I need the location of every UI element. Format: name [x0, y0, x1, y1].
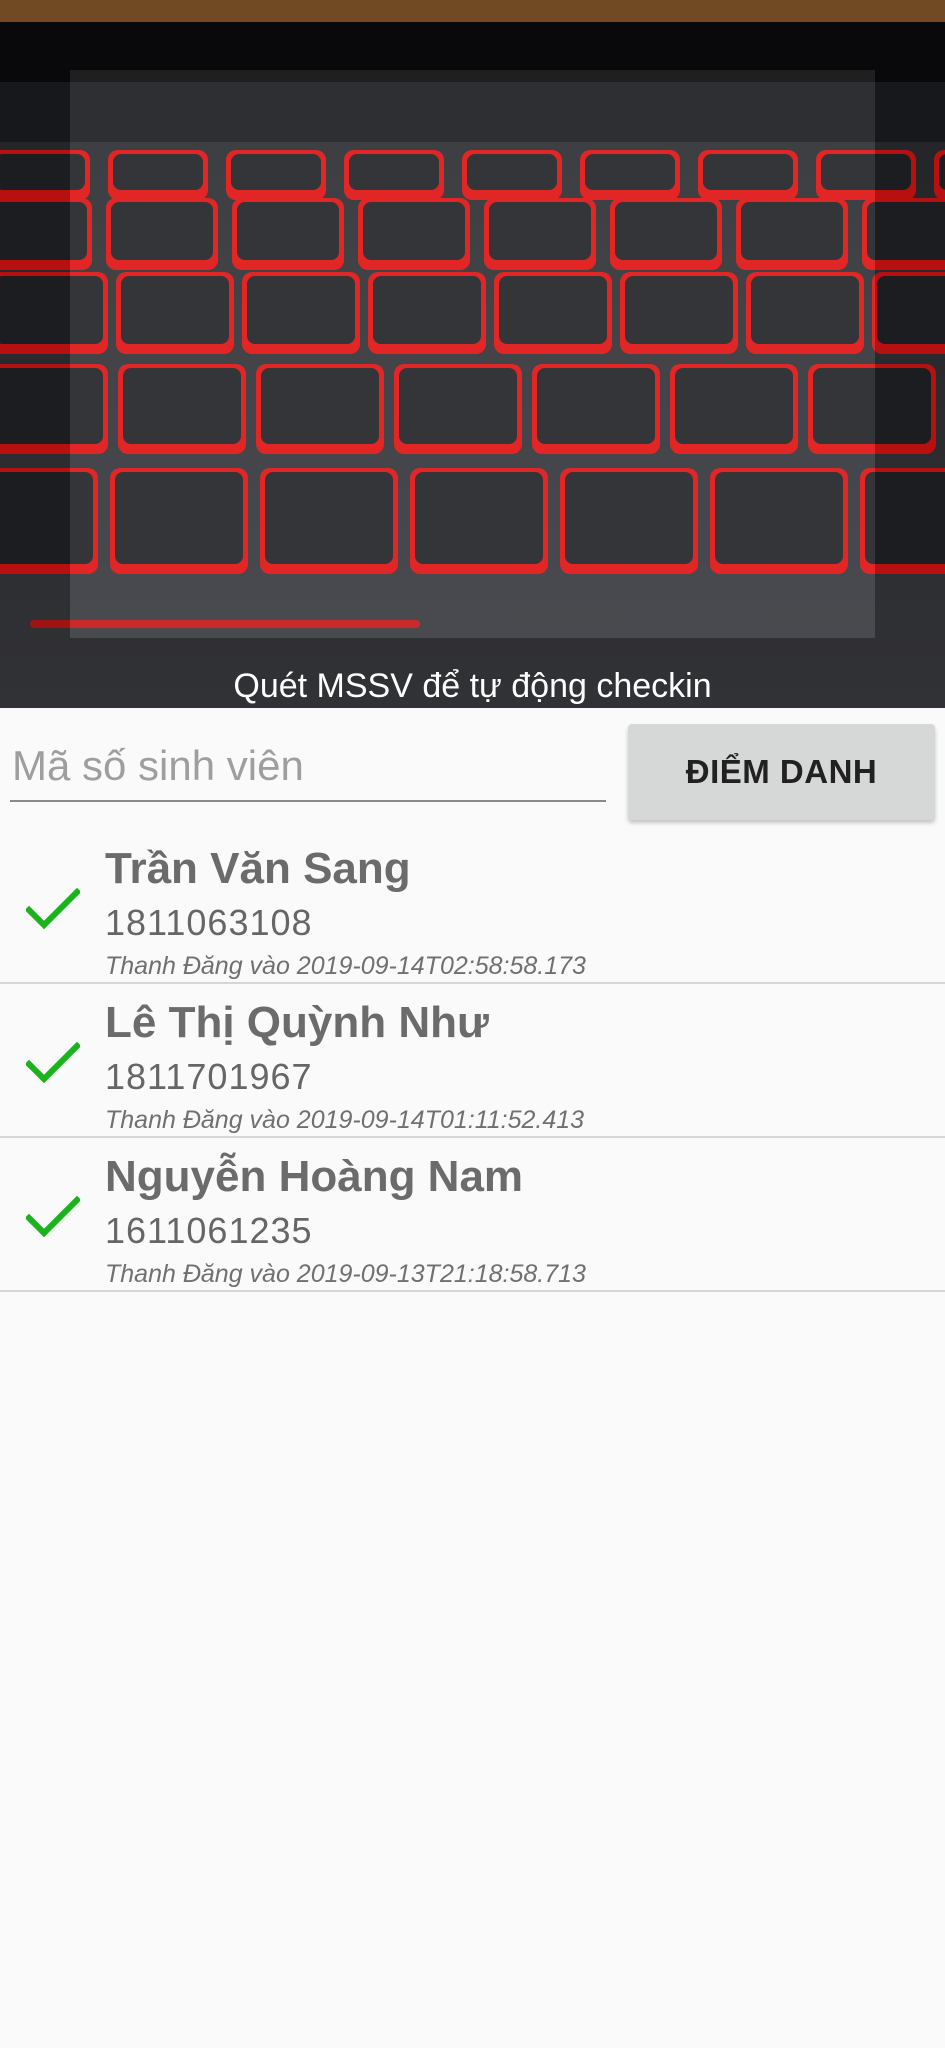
student-id: 1811063108 — [105, 902, 313, 943]
list-item[interactable]: Trần Văn Sang 1811063108 Thanh Đăng vào … — [0, 830, 945, 984]
list-item[interactable]: Lê Thị Quỳnh Như 1811701967 Thanh Đăng v… — [0, 984, 945, 1138]
camera-preview: Quét MSSV để tự động checkin — [0, 0, 945, 708]
list-item[interactable]: Nguyễn Hoàng Nam 1611061235 Thanh Đăng v… — [0, 1138, 945, 1292]
checkin-meta: Thanh Đăng vào 2019-09-14T01:11:52.413 — [105, 1106, 585, 1134]
scan-frame — [70, 70, 875, 638]
student-id: 1811701967 — [105, 1056, 313, 1097]
check-icon — [26, 1042, 80, 1084]
check-icon — [26, 888, 80, 930]
scan-hint: Quét MSSV để tự động checkin — [233, 667, 712, 705]
student-name: Nguyễn Hoàng Nam — [105, 1152, 524, 1201]
checkin-button[interactable]: ĐIỂM DANH — [628, 724, 935, 820]
checkin-meta: Thanh Đăng vào 2019-09-14T02:58:58.173 — [105, 952, 586, 980]
checkin-meta: Thanh Đăng vào 2019-09-13T21:18:58.713 — [105, 1260, 586, 1288]
mssv-input[interactable] — [10, 732, 606, 802]
student-name: Trần Văn Sang — [105, 844, 411, 893]
student-name: Lê Thị Quỳnh Như — [105, 998, 489, 1047]
check-icon — [26, 1196, 80, 1238]
checkin-list: Trần Văn Sang 1811063108 Thanh Đăng vào … — [0, 830, 945, 1292]
student-id: 1611061235 — [105, 1210, 313, 1251]
